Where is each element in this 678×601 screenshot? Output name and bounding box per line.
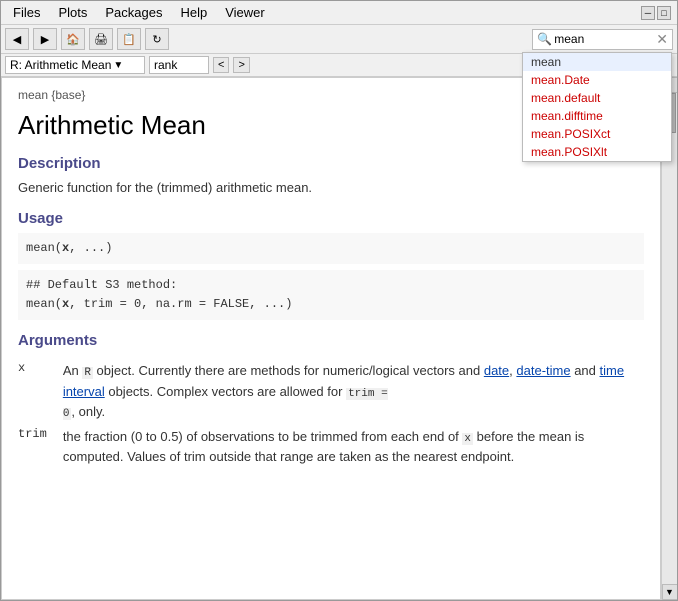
menu-packages[interactable]: Packages [97, 3, 170, 22]
topic-dropdown-value: R: Arithmetic Mean [10, 58, 111, 72]
arg-row-x: x An R object. Currently there are metho… [18, 357, 644, 423]
minimize-button[interactable]: ─ [641, 6, 655, 20]
search-input[interactable] [554, 32, 654, 46]
arg-row-trim: trim the fraction (0 to 0.5) of observat… [18, 423, 644, 467]
arg-desc-trim: the fraction (0 to 0.5) of observations … [63, 423, 644, 467]
doc-package-label: mean {base} [18, 88, 85, 102]
copy-button[interactable]: 📋 [117, 28, 141, 50]
refresh-button[interactable]: ↻ [145, 28, 169, 50]
home-button[interactable]: 🏠 [61, 28, 85, 50]
next-button[interactable]: > [233, 57, 249, 73]
arg-name-x: x [18, 357, 63, 423]
code-x: x [462, 433, 473, 445]
usage-code-2: ## Default S3 method:mean(x, trim = 0, n… [18, 270, 644, 320]
menu-viewer[interactable]: Viewer [217, 3, 273, 22]
link-date[interactable]: date [484, 363, 509, 378]
arg-desc-x: An R object. Currently there are methods… [63, 357, 644, 423]
scrollbar-track[interactable] [662, 93, 677, 584]
menu-help[interactable]: Help [172, 3, 215, 22]
link-date-time[interactable]: date-time [516, 363, 570, 378]
code-r: R [82, 367, 93, 379]
usage-code-1: mean(x, ...) [18, 233, 644, 264]
menu-files[interactable]: Files [5, 3, 48, 22]
search-dropdown: mean mean.Date mean.default mean.difftim… [522, 52, 672, 162]
main-window: Files Plots Packages Help Viewer ─ □ ◀ ▶… [0, 0, 678, 601]
back-button[interactable]: ◀ [5, 28, 29, 50]
search-container: 🔍 ✕ mean mean.Date mean.default mean.dif… [532, 29, 673, 50]
dropdown-item-mean-difftime[interactable]: mean.difftime [523, 107, 671, 125]
dropdown-item-mean[interactable]: mean [523, 53, 671, 71]
dropdown-arrow-icon: ▼ [113, 60, 123, 71]
toolbar: ◀ ▶ 🏠 🖨 📋 ↻ 🔍 ✕ mean mean.Date mean.defa… [1, 25, 677, 54]
search-icon: 🔍 [537, 32, 552, 46]
menu-plots[interactable]: Plots [50, 3, 95, 22]
dropdown-item-mean-posixlt[interactable]: mean.POSIXlt [523, 143, 671, 161]
topic-dropdown[interactable]: R: Arithmetic Mean ▼ [5, 56, 145, 74]
prev-button[interactable]: < [213, 57, 229, 73]
dropdown-item-mean-posixct[interactable]: mean.POSIXct [523, 125, 671, 143]
dropdown-item-mean-date[interactable]: mean.Date [523, 71, 671, 89]
window-controls: ─ □ [639, 4, 673, 22]
arguments-table: x An R object. Currently there are metho… [18, 357, 644, 467]
scroll-down-button[interactable]: ▼ [662, 584, 678, 600]
usage-section-title: Usage [18, 210, 644, 227]
arg-name-trim: trim [18, 423, 63, 467]
menubar: Files Plots Packages Help Viewer ─ □ [1, 1, 677, 25]
description-text: Generic function for the (trimmed) arith… [18, 178, 644, 198]
arguments-section-title: Arguments [18, 332, 644, 349]
rank-input[interactable] [149, 56, 209, 74]
code-trim-0: trim =0 [63, 388, 388, 421]
forward-button[interactable]: ▶ [33, 28, 57, 50]
print-button[interactable]: 🖨 [89, 28, 113, 50]
search-clear-button[interactable]: ✕ [656, 31, 668, 48]
maximize-button[interactable]: □ [657, 6, 671, 20]
dropdown-item-mean-default[interactable]: mean.default [523, 89, 671, 107]
